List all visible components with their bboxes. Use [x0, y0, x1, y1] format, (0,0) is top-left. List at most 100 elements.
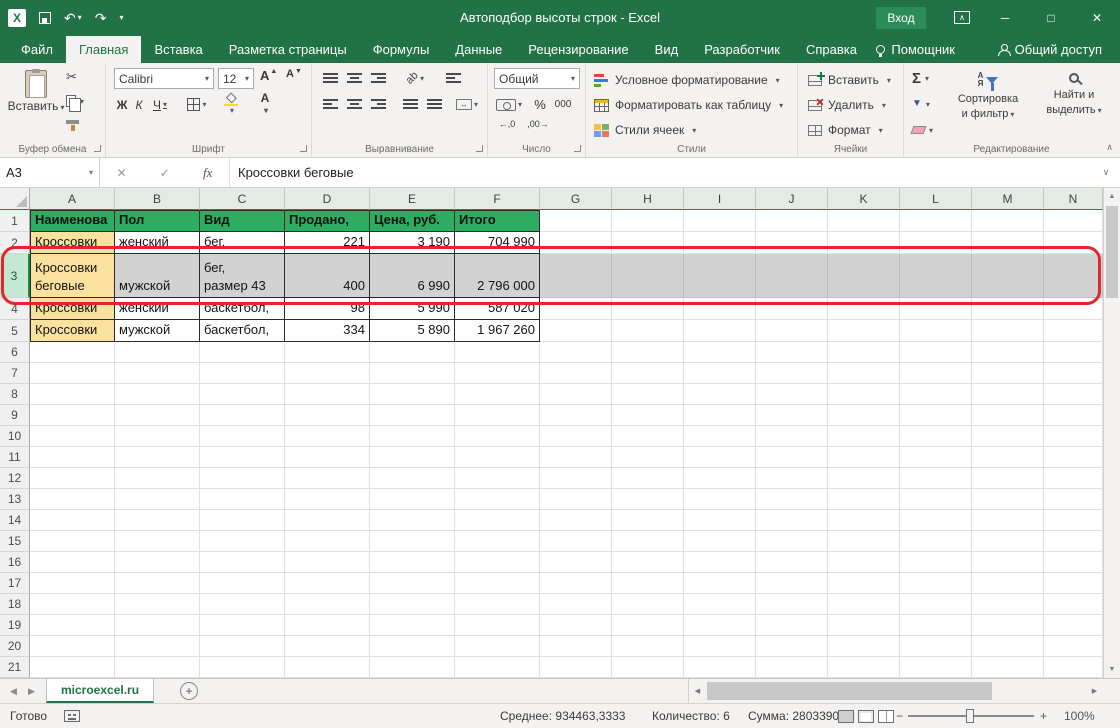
vertical-scrollbar[interactable]: ▲ ▼: [1103, 188, 1120, 678]
cell-N4[interactable]: [1044, 298, 1103, 320]
cell-I21[interactable]: [684, 657, 756, 678]
column-header-A[interactable]: A: [30, 188, 115, 210]
assistant-button[interactable]: Помощник: [876, 36, 955, 63]
cell-G15[interactable]: [540, 531, 612, 552]
cell-H18[interactable]: [612, 594, 684, 615]
borders-button[interactable]: [184, 94, 210, 115]
cell-F19[interactable]: [455, 615, 540, 636]
tab-Файл[interactable]: Файл: [8, 36, 66, 63]
cell-I11[interactable]: [684, 447, 756, 468]
cell-N7[interactable]: [1044, 363, 1103, 384]
cell-J11[interactable]: [756, 447, 828, 468]
cell-N14[interactable]: [1044, 510, 1103, 531]
row-header-6[interactable]: 6: [0, 342, 30, 363]
cell-E4[interactable]: 5 990: [370, 298, 455, 320]
cell-L10[interactable]: [900, 426, 972, 447]
cell-N21[interactable]: [1044, 657, 1103, 678]
macro-record-icon[interactable]: [64, 710, 80, 722]
conditional-formatting-button[interactable]: Условное форматирование: [594, 69, 780, 91]
insert-cells-button[interactable]: Вставить: [808, 69, 891, 91]
cell-A6[interactable]: [30, 342, 115, 363]
cell-G7[interactable]: [540, 363, 612, 384]
cell-J1[interactable]: [756, 210, 828, 232]
cell-M11[interactable]: [972, 447, 1044, 468]
cell-H2[interactable]: [612, 232, 684, 254]
cell-K6[interactable]: [828, 342, 900, 363]
insert-function-button[interactable]: fx: [203, 165, 212, 181]
cell-G1[interactable]: [540, 210, 612, 232]
row-header-13[interactable]: 13: [0, 489, 30, 510]
cell-L19[interactable]: [900, 615, 972, 636]
tab-Вставка[interactable]: Вставка: [141, 36, 215, 63]
cell-F17[interactable]: [455, 573, 540, 594]
column-header-E[interactable]: E: [370, 188, 455, 210]
cell-B13[interactable]: [115, 489, 200, 510]
cell-D14[interactable]: [285, 510, 370, 531]
cell-N16[interactable]: [1044, 552, 1103, 573]
cell-C14[interactable]: [200, 510, 285, 531]
cell-I6[interactable]: [684, 342, 756, 363]
scroll-down-button[interactable]: ▼: [1104, 661, 1120, 678]
cell-M6[interactable]: [972, 342, 1044, 363]
cell-D2[interactable]: 221: [285, 232, 370, 254]
cell-F21[interactable]: [455, 657, 540, 678]
cell-I2[interactable]: [684, 232, 756, 254]
cell-H4[interactable]: [612, 298, 684, 320]
cell-F8[interactable]: [455, 384, 540, 405]
cell-D8[interactable]: [285, 384, 370, 405]
cell-H1[interactable]: [612, 210, 684, 232]
align-right-button[interactable]: [368, 94, 388, 114]
cell-G16[interactable]: [540, 552, 612, 573]
cell-J21[interactable]: [756, 657, 828, 678]
cell-M12[interactable]: [972, 468, 1044, 489]
row-header-4[interactable]: 4: [0, 298, 30, 320]
font-color-button[interactable]: А: [252, 94, 278, 115]
cell-I10[interactable]: [684, 426, 756, 447]
column-header-F[interactable]: F: [455, 188, 540, 210]
cell-C1[interactable]: Вид: [200, 210, 285, 232]
cell-I12[interactable]: [684, 468, 756, 489]
name-box[interactable]: A3▾: [0, 158, 100, 187]
cell-B4[interactable]: женский: [115, 298, 200, 320]
align-top-button[interactable]: [320, 68, 340, 88]
cell-N13[interactable]: [1044, 489, 1103, 510]
cell-L14[interactable]: [900, 510, 972, 531]
cell-H14[interactable]: [612, 510, 684, 531]
row-header-18[interactable]: 18: [0, 594, 30, 615]
cell-G11[interactable]: [540, 447, 612, 468]
grow-font-button[interactable]: А▲: [260, 68, 277, 89]
cell-L1[interactable]: [900, 210, 972, 232]
increase-decimal-button[interactable]: ←,0: [494, 116, 520, 132]
shrink-font-button[interactable]: А▼: [286, 68, 302, 89]
align-left-button[interactable]: [320, 94, 340, 114]
sign-in-button[interactable]: Вход: [876, 7, 926, 29]
cell-F14[interactable]: [455, 510, 540, 531]
cell-I7[interactable]: [684, 363, 756, 384]
cell-E20[interactable]: [370, 636, 455, 657]
row-header-8[interactable]: 8: [0, 384, 30, 405]
cell-D9[interactable]: [285, 405, 370, 426]
tab-Вид[interactable]: Вид: [642, 36, 692, 63]
comma-style-button[interactable]: 000: [550, 94, 576, 115]
cell-F18[interactable]: [455, 594, 540, 615]
alignment-dialog-launcher-icon[interactable]: [476, 145, 483, 152]
cell-K9[interactable]: [828, 405, 900, 426]
cell-J8[interactable]: [756, 384, 828, 405]
autosum-button[interactable]: Σ: [912, 68, 942, 88]
cell-C2[interactable]: бег,: [200, 232, 285, 254]
cell-I3[interactable]: [684, 254, 756, 298]
cell-E13[interactable]: [370, 489, 455, 510]
cell-A12[interactable]: [30, 468, 115, 489]
cell-B14[interactable]: [115, 510, 200, 531]
cell-D1[interactable]: Продано,: [285, 210, 370, 232]
cell-J18[interactable]: [756, 594, 828, 615]
row-header-19[interactable]: 19: [0, 615, 30, 636]
percent-style-button[interactable]: %: [532, 94, 548, 115]
cell-F12[interactable]: [455, 468, 540, 489]
cell-N15[interactable]: [1044, 531, 1103, 552]
row-header-5[interactable]: 5: [0, 320, 30, 342]
number-format-select[interactable]: Общий▾: [494, 68, 580, 89]
share-button[interactable]: Общий доступ: [998, 36, 1102, 63]
cell-F5[interactable]: 1 967 260: [455, 320, 540, 342]
align-center-button[interactable]: [344, 94, 364, 114]
